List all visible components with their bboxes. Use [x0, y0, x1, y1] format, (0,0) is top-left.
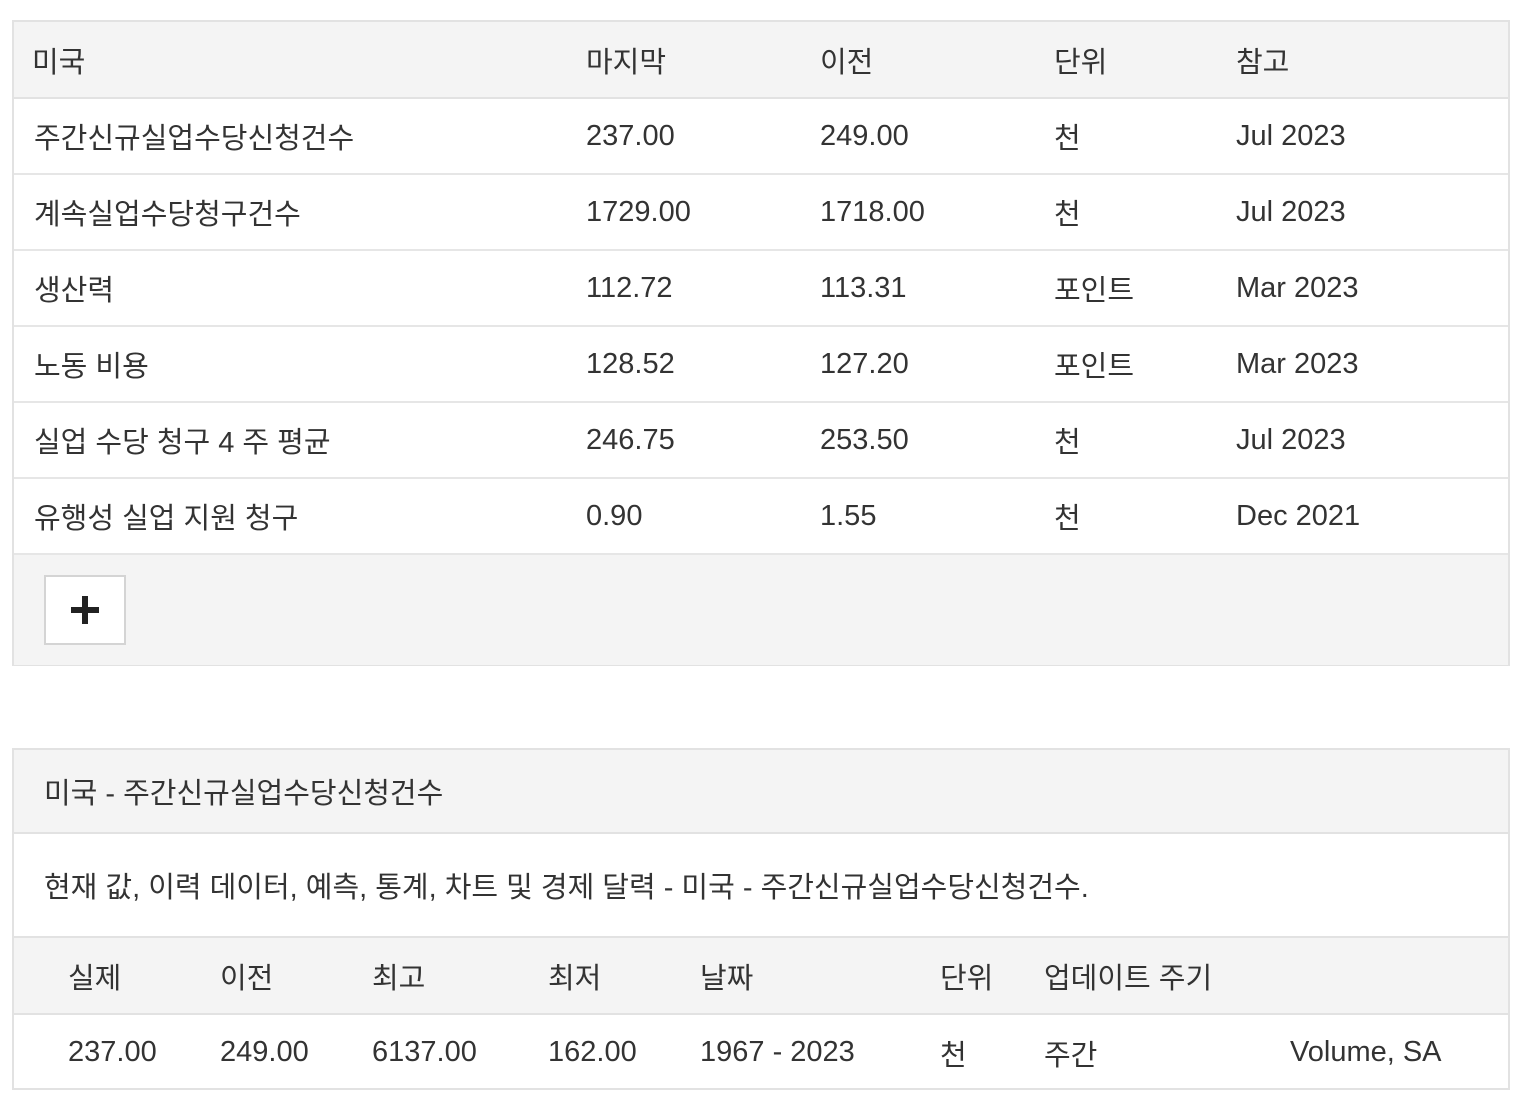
indicator-link[interactable]: 계속실업수당청구건수 [14, 174, 586, 251]
indicator-link[interactable]: 생산력 [14, 250, 586, 327]
detail-heading: 미국 - 주간신규실업수당신청건수 [14, 750, 1508, 834]
unit: 천 [1054, 174, 1236, 251]
reference-date: Dec 2021 [1236, 478, 1508, 555]
summary-row: 237.00 249.00 6137.00 162.00 1967 - 2023… [14, 1014, 1508, 1090]
volume-note: Volume, SA [1290, 1036, 1442, 1068]
header-frequency: 업데이트 주기 [1044, 938, 1290, 1015]
detail-panel: 미국 - 주간신규실업수당신청건수 현재 값, 이력 데이터, 예측, 통계, … [12, 748, 1510, 1090]
update-frequency: 주간 [1044, 1039, 1098, 1072]
indicator-link[interactable]: 실업 수당 청구 4 주 평균 [14, 402, 586, 479]
table-row: 노동 비용 128.52 127.20 포인트 Mar 2023 [14, 326, 1508, 403]
reference-date: Jul 2023 [1236, 174, 1508, 251]
summary-header-row: 실제 이전 최고 최저 날짜 단위 업데이트 주기 [14, 938, 1508, 1015]
indicator-link[interactable]: 주간신규실업수당신청건수 [14, 98, 586, 175]
header-unit: 단위 [940, 938, 1044, 1015]
detail-description: 현재 값, 이력 데이터, 예측, 통계, 차트 및 경제 달력 - 미국 - … [14, 834, 1508, 938]
header-last: 마지막 [586, 22, 820, 99]
expand-button[interactable] [44, 575, 126, 645]
last-value: 246.75 [586, 402, 820, 479]
header-actual: 실제 [14, 938, 220, 1015]
highest-value: 6137.00 [372, 1036, 477, 1068]
indicators-panel: 미국 마지막 이전 단위 참고 주간신규실업수당신청건수 237.00 249.… [12, 20, 1510, 666]
unit: 천 [940, 1039, 967, 1072]
indicator-link[interactable]: 노동 비용 [14, 326, 586, 403]
table-row: 실업 수당 청구 4 주 평균 246.75 253.50 천 Jul 2023 [14, 402, 1508, 479]
reference-date: Mar 2023 [1236, 250, 1508, 327]
last-value: 1729.00 [586, 174, 820, 251]
date-range: 1967 - 2023 [700, 1036, 855, 1068]
last-value: 237.00 [586, 98, 820, 175]
header-previous: 이전 [820, 22, 1054, 99]
last-value: 112.72 [586, 250, 820, 327]
reference-date: Mar 2023 [1236, 326, 1508, 403]
actual-value: 237.00 [68, 1036, 157, 1068]
header-unit: 단위 [1054, 22, 1236, 99]
lowest-value: 162.00 [548, 1036, 637, 1068]
unit: 포인트 [1054, 326, 1236, 403]
table-row: 계속실업수당청구건수 1729.00 1718.00 천 Jul 2023 [14, 174, 1508, 251]
unit: 포인트 [1054, 250, 1236, 327]
table-row: 주간신규실업수당신청건수 237.00 249.00 천 Jul 2023 [14, 98, 1508, 175]
previous-value: 127.20 [820, 326, 1054, 403]
previous-value: 253.50 [820, 402, 1054, 479]
last-value: 128.52 [586, 326, 820, 403]
unit: 천 [1054, 402, 1236, 479]
previous-value: 249.00 [220, 1036, 309, 1068]
previous-value: 1.55 [820, 478, 1054, 555]
header-reference: 참고 [1236, 22, 1508, 99]
header-country: 미국 [14, 22, 586, 99]
header-dates: 날짜 [700, 938, 940, 1015]
reference-date: Jul 2023 [1236, 402, 1508, 479]
table-header-row: 미국 마지막 이전 단위 참고 [14, 22, 1508, 99]
header-previous: 이전 [220, 938, 372, 1015]
table-footer [14, 555, 1508, 665]
previous-value: 249.00 [820, 98, 1054, 175]
plus-icon [71, 596, 99, 624]
previous-value: 1718.00 [820, 174, 1054, 251]
header-highest: 최고 [372, 938, 548, 1015]
unit: 천 [1054, 478, 1236, 555]
indicator-link[interactable]: 유행성 실업 지원 청구 [14, 478, 586, 555]
table-row: 생산력 112.72 113.31 포인트 Mar 2023 [14, 250, 1508, 327]
header-lowest: 최저 [548, 938, 700, 1015]
indicators-table: 미국 마지막 이전 단위 참고 주간신규실업수당신청건수 237.00 249.… [14, 22, 1508, 555]
previous-value: 113.31 [820, 250, 1054, 327]
unit: 천 [1054, 98, 1236, 175]
reference-date: Jul 2023 [1236, 98, 1508, 175]
header-extra [1290, 938, 1508, 1015]
last-value: 0.90 [586, 478, 820, 555]
table-row: 유행성 실업 지원 청구 0.90 1.55 천 Dec 2021 [14, 478, 1508, 555]
summary-table: 실제 이전 최고 최저 날짜 단위 업데이트 주기 237.00 249.00 … [14, 938, 1508, 1090]
